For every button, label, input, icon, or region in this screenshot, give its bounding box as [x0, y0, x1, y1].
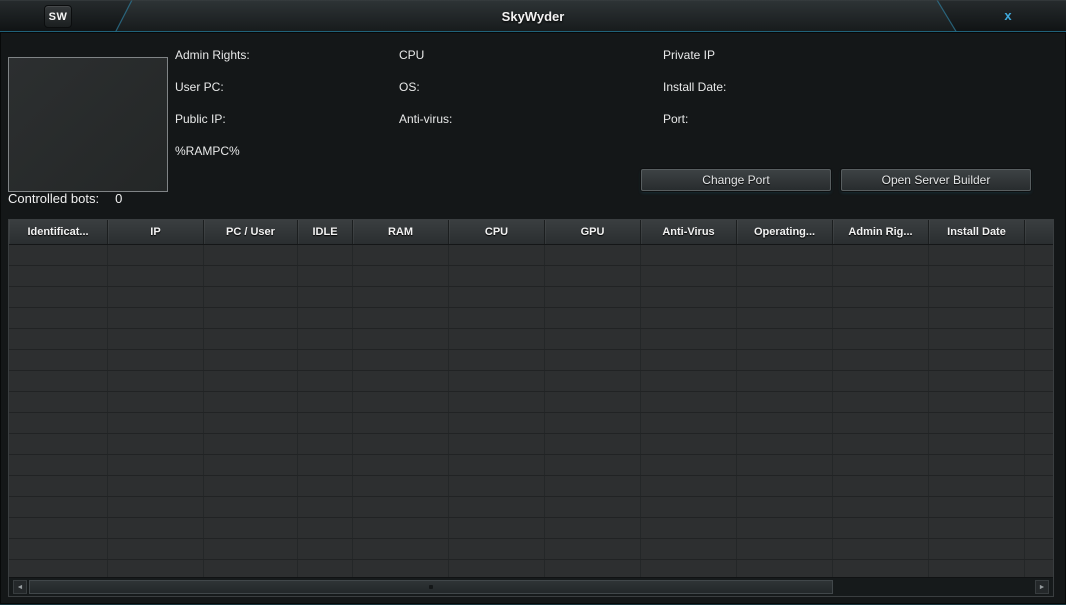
scroll-right-button[interactable]: ►: [1035, 580, 1049, 594]
table-row: [9, 455, 1053, 476]
column-header-idle[interactable]: IDLE: [298, 220, 353, 244]
column-header-cpu[interactable]: CPU: [449, 220, 545, 244]
column-header-gpu[interactable]: GPU: [545, 220, 641, 244]
column-header-operating[interactable]: Operating...: [737, 220, 833, 244]
label-rampc: %RAMPC%: [175, 144, 250, 158]
table-row: [9, 308, 1053, 329]
info-column-1: Admin Rights: User PC: Public IP: %RAMPC…: [175, 48, 250, 176]
controlled-bots-label: Controlled bots:: [8, 191, 99, 206]
table-row: [9, 392, 1053, 413]
open-server-builder-button[interactable]: Open Server Builder: [841, 169, 1031, 191]
table-header-row: Identificat... IP PC / User IDLE RAM CPU…: [9, 220, 1053, 245]
table-row: [9, 350, 1053, 371]
label-public-ip: Public IP:: [175, 112, 250, 126]
column-header-ip[interactable]: IP: [108, 220, 204, 244]
window-title: SkyWyder: [0, 9, 1066, 24]
table-row: [9, 497, 1053, 518]
column-header-admin-rights[interactable]: Admin Rig...: [833, 220, 929, 244]
bot-preview-box: [8, 57, 168, 192]
table-row: [9, 476, 1053, 497]
info-column-3: Private IP Install Date: Port:: [663, 48, 726, 144]
column-header-filler: [1025, 220, 1053, 244]
column-header-ram[interactable]: RAM: [353, 220, 449, 244]
scroll-left-button[interactable]: ◄: [13, 580, 27, 594]
table-body: [9, 245, 1053, 577]
bots-table: Identificat... IP PC / User IDLE RAM CPU…: [8, 219, 1054, 597]
column-header-identification[interactable]: Identificat...: [9, 220, 108, 244]
column-header-install-date[interactable]: Install Date: [929, 220, 1025, 244]
horizontal-scrollbar[interactable]: ◄ ►: [9, 577, 1053, 596]
label-port: Port:: [663, 112, 726, 126]
table-row: [9, 371, 1053, 392]
column-header-pc-user[interactable]: PC / User: [204, 220, 298, 244]
scrollbar-thumb[interactable]: [29, 580, 833, 594]
label-anti-virus: Anti-virus:: [399, 112, 452, 126]
table-row: [9, 434, 1053, 455]
change-port-button[interactable]: Change Port: [641, 169, 831, 191]
table-row: [9, 287, 1053, 308]
info-column-2: CPU OS: Anti-virus:: [399, 48, 452, 144]
table-row: [9, 413, 1053, 434]
label-os: OS:: [399, 80, 452, 94]
label-install-date: Install Date:: [663, 80, 726, 94]
label-private-ip: Private IP: [663, 48, 726, 62]
table-row: [9, 539, 1053, 560]
table-row: [9, 266, 1053, 287]
table-row: [9, 245, 1053, 266]
right-arrow-icon: ►: [1039, 584, 1046, 591]
label-admin-rights: Admin Rights:: [175, 48, 250, 62]
table-row: [9, 560, 1053, 577]
app-window: SW SkyWyder x Controlled bots: 0 Admin Ri…: [0, 0, 1066, 605]
scrollbar-grip-icon: [429, 585, 433, 589]
label-cpu: CPU: [399, 48, 452, 62]
left-arrow-icon: ◄: [17, 584, 24, 591]
controlled-bots-count: 0: [115, 191, 122, 206]
column-header-anti-virus[interactable]: Anti-Virus: [641, 220, 737, 244]
label-user-pc: User PC:: [175, 80, 250, 94]
table-row: [9, 329, 1053, 350]
close-button[interactable]: x: [996, 6, 1020, 25]
titlebar[interactable]: SW SkyWyder x: [0, 0, 1066, 33]
table-row: [9, 518, 1053, 539]
controlled-bots-line: Controlled bots: 0: [8, 191, 122, 206]
